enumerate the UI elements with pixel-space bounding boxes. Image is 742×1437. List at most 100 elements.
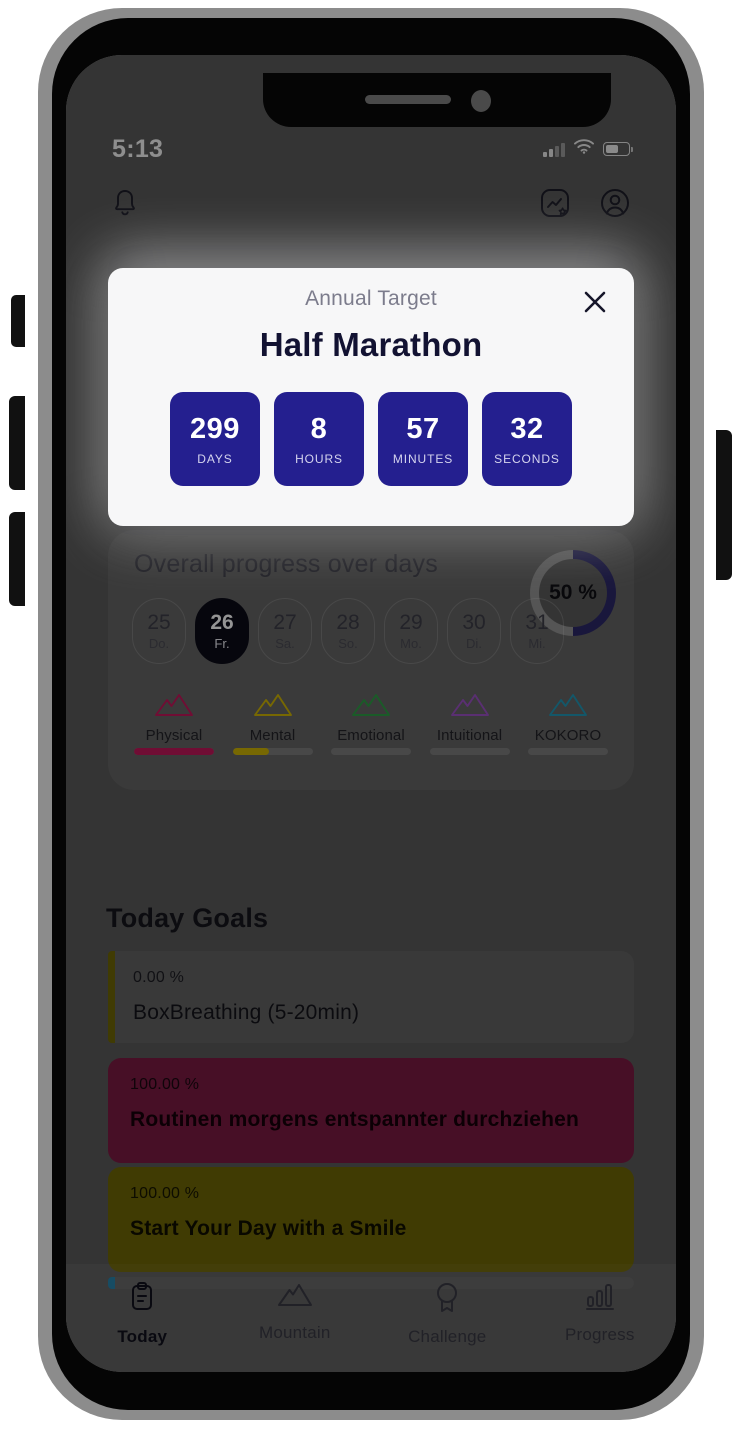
battery-icon <box>603 142 633 156</box>
goal-card[interactable]: 100.00 % Start Your Day with a Smile <box>108 1167 634 1272</box>
volume-up-button[interactable] <box>9 396 25 490</box>
day-chip[interactable]: 25 Do. <box>132 598 186 664</box>
day-chip[interactable]: 30 Di. <box>447 598 501 664</box>
goal-percent: 0.00 % <box>133 969 185 986</box>
header-actions <box>538 186 632 220</box>
bar-chart-icon <box>583 1280 617 1317</box>
day-chip[interactable]: 31 Mi. <box>510 598 564 664</box>
dimension-label: Emotional <box>337 727 405 744</box>
day-number: 27 <box>273 611 297 634</box>
user-avatar-icon[interactable] <box>598 186 632 220</box>
phone-mockup: 5:13 Overall progress over days 50 % 25 … <box>0 0 742 1437</box>
chart-star-icon[interactable] <box>538 186 572 220</box>
goal-percent: 100.00 % <box>130 1185 200 1202</box>
bell-icon[interactable] <box>110 187 140 219</box>
dimension-mental[interactable]: Mental <box>225 690 321 755</box>
progress-ring-label: 50 % <box>549 581 597 604</box>
day-number: 29 <box>399 611 423 634</box>
day-number: 31 <box>525 611 549 634</box>
dimension-progress-bar <box>134 748 214 755</box>
nav-label: Progress <box>564 1325 635 1344</box>
goal-percent: 100.00 % <box>130 1076 200 1093</box>
day-weekday: Di. <box>466 636 482 651</box>
phone-notch <box>263 73 611 127</box>
power-button[interactable] <box>716 430 732 580</box>
day-number: 30 <box>462 611 486 634</box>
day-chip[interactable]: 28 So. <box>321 598 375 664</box>
countdown-hours: 8 HOURS <box>274 392 364 486</box>
countdown-unit: DAYS <box>197 451 233 466</box>
nav-item-mountain[interactable]: Mountain <box>225 1280 365 1343</box>
close-icon[interactable] <box>578 285 612 319</box>
progress-card-title: Overall progress over days <box>134 550 438 578</box>
status-bar: 5:13 <box>66 127 676 171</box>
goal-name: Routinen morgens entspannter durchziehen <box>130 1108 580 1131</box>
goal-name: BoxBreathing (5-20min) <box>133 1001 360 1024</box>
mountain-icon <box>252 690 294 723</box>
dimension-list: Physical Mental Emotional Intuitional KO… <box>126 690 616 755</box>
countdown-value: 8 <box>310 412 328 445</box>
day-number: 25 <box>147 611 171 634</box>
status-bar-indicators <box>543 139 633 159</box>
silent-switch-button[interactable] <box>11 295 25 347</box>
nav-item-progress[interactable]: Progress <box>530 1280 670 1345</box>
countdown-unit: MINUTES <box>392 451 454 466</box>
day-number: 28 <box>336 611 360 634</box>
day-chip[interactable]: 29 Mo. <box>384 598 438 664</box>
day-selector: 25 Do. 26 Fr. 27 Sa. 28 So. 29 Mo. 30 Di… <box>132 598 564 664</box>
day-weekday: Do. <box>148 636 170 651</box>
clipboard-icon <box>125 1280 159 1319</box>
cellular-signal-icon <box>543 142 565 157</box>
day-weekday: So. <box>338 636 358 651</box>
countdown-value: 57 <box>406 412 440 445</box>
front-camera <box>471 90 491 112</box>
volume-down-button[interactable] <box>9 512 25 606</box>
dimension-intuitional[interactable]: Intuitional <box>422 690 518 755</box>
countdown-unit: SECONDS <box>494 451 560 466</box>
dimension-label: Intuitional <box>436 727 503 744</box>
day-weekday: Sa. <box>275 636 295 651</box>
mountain-icon <box>153 690 195 723</box>
annual-target-modal: Annual Target Half Marathon 299 DAYS 8 H… <box>108 268 634 526</box>
mountain-icon <box>449 690 491 723</box>
modal-eyebrow-label: Annual Target <box>305 287 437 310</box>
mountain-icon <box>350 690 392 723</box>
mountain-icon <box>547 690 589 723</box>
dimension-physical[interactable]: Physical <box>126 690 222 755</box>
day-weekday: Fr. <box>214 636 230 651</box>
nav-label: Challenge <box>408 1327 487 1346</box>
today-goals-title: Today Goals <box>106 903 269 933</box>
dimension-progress-bar <box>429 748 510 755</box>
app-header <box>66 173 676 233</box>
countdown-timer: 299 DAYS 8 HOURS 57 MINUTES 32 SECONDS <box>108 392 634 486</box>
dimension-kokoro[interactable]: KOKORO <box>520 690 616 755</box>
countdown-days: 299 DAYS <box>170 392 260 486</box>
day-chip-selected[interactable]: 26 Fr. <box>195 598 249 664</box>
countdown-unit: HOURS <box>295 451 343 466</box>
day-chip[interactable]: 27 Sa. <box>258 598 312 664</box>
modal-title: Half Marathon <box>259 326 483 363</box>
dimension-label: KOKORO <box>534 727 602 744</box>
mountain-icon <box>276 1280 314 1315</box>
countdown-minutes: 57 MINUTES <box>378 392 468 486</box>
nav-label: Mountain <box>258 1323 331 1342</box>
nav-item-today[interactable]: Today <box>72 1280 212 1347</box>
day-weekday: Mo. <box>400 636 422 651</box>
countdown-value: 32 <box>510 412 544 445</box>
goal-card[interactable]: 0.00 % BoxBreathing (5-20min) <box>108 951 634 1043</box>
countdown-value: 299 <box>190 412 240 445</box>
wifi-icon <box>574 139 594 159</box>
phone-screen: 5:13 Overall progress over days 50 % 25 … <box>66 55 676 1372</box>
dimension-progress-bar <box>331 748 411 755</box>
modal-header: Annual Target <box>108 268 634 330</box>
dimension-label: Mental <box>249 727 296 744</box>
nav-item-challenge[interactable]: Challenge <box>377 1280 517 1347</box>
earpiece-speaker <box>365 95 451 104</box>
dimension-progress-bar <box>232 748 313 755</box>
dimension-emotional[interactable]: Emotional <box>323 690 419 755</box>
goal-card[interactable]: 100.00 % Routinen morgens entspannter du… <box>108 1058 634 1163</box>
bottom-navigation: Today Mountain Challenge Progress <box>66 1264 676 1372</box>
day-number: 26 <box>210 611 234 634</box>
medal-icon <box>431 1280 463 1319</box>
nav-label: Today <box>117 1327 168 1346</box>
